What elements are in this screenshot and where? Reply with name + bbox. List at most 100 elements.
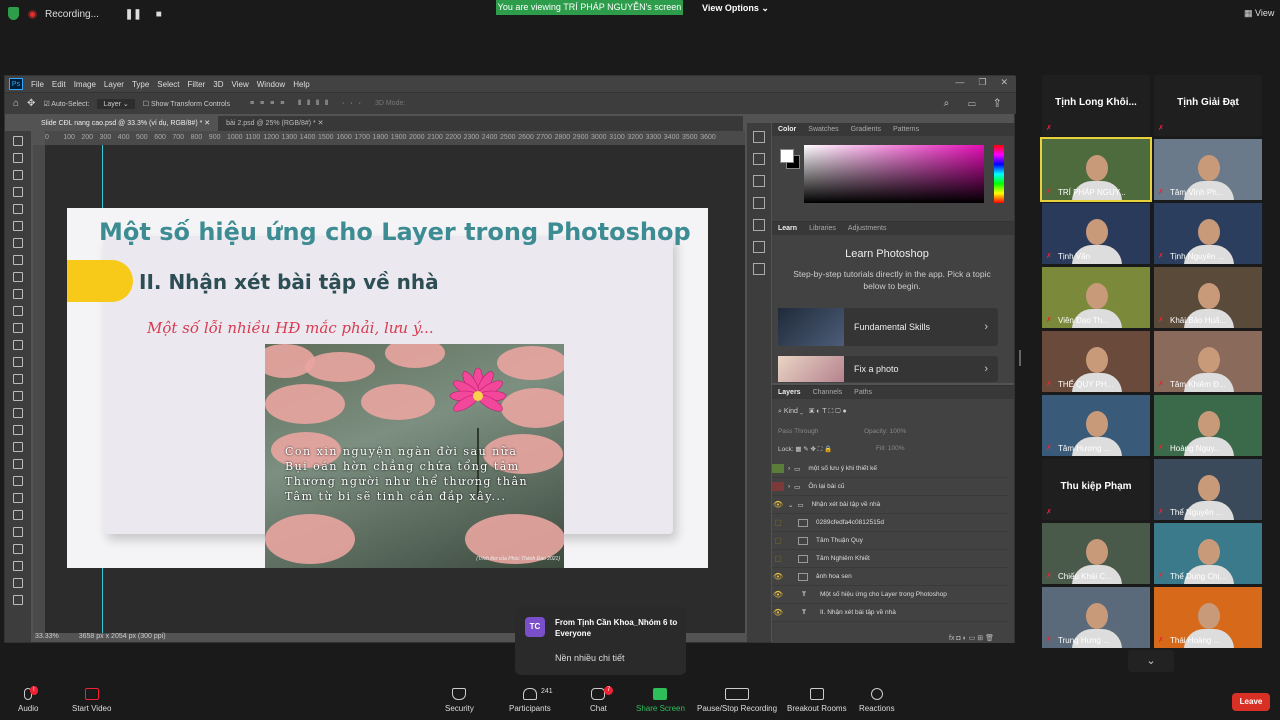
panel-toggle-icon[interactable] <box>753 197 765 209</box>
tab-learn[interactable]: Learn <box>778 225 797 232</box>
participant-tile[interactable]: Hoàng Nguy... ✗ <box>1154 395 1262 456</box>
auto-select-dropdown[interactable]: Layer ⌄ <box>97 98 135 109</box>
tool-icon[interactable] <box>13 255 23 265</box>
tool-icon[interactable] <box>13 459 23 469</box>
tab-patterns[interactable]: Patterns <box>893 126 919 133</box>
view-options-button[interactable]: View Options ⌄ <box>702 3 769 14</box>
tab-layers[interactable]: Layers <box>778 389 801 396</box>
learn-card-fix-photo[interactable]: Fix a photo › <box>778 356 998 382</box>
menu-layer[interactable]: Layer <box>100 80 128 89</box>
menu-filter[interactable]: Filter <box>184 80 210 89</box>
participant-tile[interactable]: Tịnh Long Khôi... ✗ <box>1042 75 1150 136</box>
menu-help[interactable]: Help <box>289 80 313 89</box>
panel-toggle-icon[interactable] <box>753 175 765 187</box>
transform-controls-checkbox[interactable]: ☐ Show Transform Controls <box>143 100 230 108</box>
tool-icon[interactable] <box>13 323 23 333</box>
menu-type[interactable]: Type <box>128 80 153 89</box>
tool-icon[interactable] <box>13 578 23 588</box>
panel-toggle-icon[interactable] <box>753 153 765 165</box>
tool-icon[interactable] <box>13 493 23 503</box>
participant-tile[interactable]: Thể Nguyên ... ✗ <box>1154 459 1262 520</box>
pause-icon[interactable]: ❚❚ <box>125 9 142 20</box>
tool-icon[interactable] <box>13 425 23 435</box>
participant-tile[interactable]: Tâm Vĩnh Ph... ✗ <box>1154 139 1262 200</box>
tool-icon[interactable] <box>13 476 23 486</box>
hue-slider[interactable] <box>994 145 1004 203</box>
menu-file[interactable]: File <box>27 80 48 89</box>
opacity-field[interactable]: Opacity: 100% <box>864 428 906 435</box>
participants-button[interactable]: 241 Participants <box>509 688 553 713</box>
auto-select-checkbox[interactable]: ☑ Auto-Select: <box>43 100 89 108</box>
layer-row[interactable]: 👁 T II. Nhận xét bài tập về nhà <box>772 604 1008 622</box>
participant-tile[interactable]: Tịnh Nguyên ... ✗ <box>1154 203 1262 264</box>
participant-tile[interactable]: THẾ QUY PH... ✗ <box>1042 331 1150 392</box>
tool-icon[interactable] <box>13 221 23 231</box>
align-icons[interactable]: ≡≡≡≡ ⫴⫴⫴⫴ ··· <box>250 100 367 108</box>
chat-button[interactable]: 7 Chat <box>590 686 614 713</box>
slide-document[interactable]: Một số hiệu ứng cho Layer trong Photosho… <box>67 208 708 568</box>
panel-toggle-icon[interactable] <box>753 241 765 253</box>
tab-bai2-document[interactable]: bài 2.psd @ 25% (RGB/8#) * ✕ <box>218 116 331 131</box>
move-tool-icon[interactable]: ✥ <box>27 98 35 109</box>
participant-tile[interactable]: Viên Đạo Th... ✗ <box>1042 267 1150 328</box>
share-screen-button[interactable]: Share Screen <box>636 688 685 713</box>
tool-icon[interactable] <box>13 374 23 384</box>
minimize-icon[interactable]: — <box>955 77 964 88</box>
gallery-divider[interactable] <box>1019 350 1021 366</box>
color-field[interactable] <box>804 145 984 203</box>
stop-icon[interactable]: ■ <box>156 9 162 20</box>
restore-icon[interactable]: ❐ <box>978 77 986 88</box>
tab-gradients[interactable]: Gradients <box>851 126 881 133</box>
tool-icon[interactable] <box>13 289 23 299</box>
participant-tile[interactable]: Khải Bảo Huấ... ✗ <box>1154 267 1262 328</box>
blend-mode-dropdown[interactable]: Pass Through <box>778 428 818 435</box>
tool-icon[interactable] <box>13 561 23 571</box>
tab-libraries[interactable]: Libraries <box>809 225 836 232</box>
participant-tile[interactable]: Tâm Khiêm Đ... ✗ <box>1154 331 1262 392</box>
doc-size[interactable]: 3658 px x 2054 px (300 ppi) <box>79 633 166 643</box>
tool-icon[interactable] <box>13 510 23 520</box>
layer-actions[interactable]: fx ◘ ◐ ▭ ⊞ 🗑 <box>772 634 1014 646</box>
tab-swatches[interactable]: Swatches <box>808 126 838 133</box>
pause-recording-button[interactable]: Pause/Stop Recording <box>697 688 777 713</box>
layer-row[interactable]: ▢ 0289cfedfa4c0812515d <box>772 514 1008 532</box>
tab-color[interactable]: Color <box>778 126 796 133</box>
participant-tile[interactable]: TRÍ PHÁP NGUY... ✗ <box>1040 137 1152 202</box>
tool-icon[interactable] <box>13 136 23 146</box>
tool-icon[interactable] <box>13 204 23 214</box>
participant-tile[interactable]: Thu kiệp Phạm ✗ <box>1042 459 1150 520</box>
participant-tile[interactable]: Tịnh Văn ✗ <box>1042 203 1150 264</box>
tab-adjustments[interactable]: Adjustments <box>848 225 887 232</box>
participant-tile[interactable]: Thái Hoàng ... ✗ <box>1154 587 1262 648</box>
learn-card-fundamental[interactable]: Fundamental Skills › <box>778 308 998 346</box>
tool-icon[interactable] <box>13 187 23 197</box>
menu-image[interactable]: Image <box>70 80 100 89</box>
panel-toggle-icon[interactable] <box>753 219 765 231</box>
foreground-swatch[interactable] <box>780 149 794 163</box>
security-button[interactable]: Security <box>445 688 474 713</box>
zoom-level[interactable]: 33.33% <box>35 633 59 643</box>
tool-icon[interactable] <box>13 238 23 248</box>
tab-channels[interactable]: Channels <box>813 389 843 396</box>
participant-tile[interactable]: Tịnh Giải Đạt ✗ <box>1154 75 1262 136</box>
tool-icon[interactable] <box>13 544 23 554</box>
lock-controls[interactable]: Lock: ▦ ✎ ✥ ⛶ 🔒 <box>778 445 832 454</box>
participant-tile[interactable]: Chiếu Khải C... ✗ <box>1042 523 1150 584</box>
tool-icon[interactable] <box>13 595 23 605</box>
layer-row[interactable]: 👁 ⌄ ▭ Nhận xét bài tập về nhà <box>772 496 1008 514</box>
breakout-rooms-button[interactable]: Breakout Rooms <box>787 688 847 713</box>
audio-button[interactable]: ! Audio <box>18 686 38 713</box>
menu-3d[interactable]: 3D <box>209 80 227 89</box>
tab-slide-document[interactable]: Slide CĐL nang cao.psd @ 33.3% (ví dụ, R… <box>33 116 219 131</box>
tool-icon[interactable] <box>13 272 23 282</box>
menu-view[interactable]: View <box>228 80 253 89</box>
search-icon[interactable]: ⌕ ▭ ⇪ <box>944 98 1008 109</box>
tool-icon[interactable] <box>13 170 23 180</box>
start-video-button[interactable]: Start Video <box>72 688 111 713</box>
menu-window[interactable]: Window <box>253 80 289 89</box>
tool-icon[interactable] <box>13 340 23 350</box>
fill-field[interactable]: Fill: 100% <box>876 445 905 452</box>
view-button[interactable]: ▦ View <box>1244 8 1274 19</box>
tool-icon[interactable] <box>13 527 23 537</box>
layer-row[interactable]: 👁 ảnh hoa sen <box>772 568 1008 586</box>
